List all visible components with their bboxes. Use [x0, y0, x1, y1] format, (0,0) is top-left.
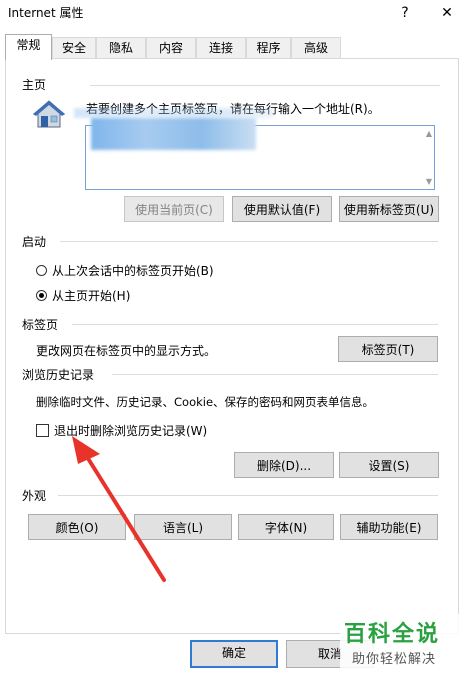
- help-button[interactable]: ?: [390, 2, 420, 24]
- tab-privacy[interactable]: 隐私: [96, 37, 146, 59]
- redaction-blur: [74, 108, 274, 118]
- annotation-arrow: [72, 436, 166, 582]
- delete-history-button[interactable]: 删除(D)...: [234, 452, 334, 478]
- history-section-title: 浏览历史记录: [22, 368, 95, 382]
- window-title: Internet 属性: [8, 6, 84, 20]
- tab-programs[interactable]: 程序: [246, 37, 291, 59]
- radio-home-page-label[interactable]: 从主页开始(H): [52, 287, 130, 304]
- tab-general[interactable]: 常规: [5, 34, 52, 60]
- watermark-subtitle: 助你轻松解决: [352, 652, 437, 667]
- home-section-divider: [90, 85, 440, 86]
- tabs-description: 更改网页在标签页中的显示方式。: [36, 344, 217, 358]
- accessibility-button[interactable]: 辅助功能(E): [340, 514, 438, 540]
- scroll-up-icon[interactable]: ▲: [426, 129, 432, 138]
- startup-section-title: 启动: [22, 235, 47, 249]
- tab-advanced[interactable]: 高级: [291, 37, 341, 59]
- startup-section-divider: [60, 241, 438, 242]
- fonts-button[interactable]: 字体(N): [238, 514, 334, 540]
- redacted-address-text: [91, 118, 256, 150]
- use-current-button[interactable]: 使用当前页(C): [124, 196, 224, 222]
- house-icon: [32, 100, 66, 128]
- watermark: 百科全说 助你轻松解决: [340, 614, 466, 672]
- use-new-tab-button[interactable]: 使用新标签页(U): [339, 196, 439, 222]
- tab-security[interactable]: 安全: [52, 37, 96, 59]
- history-section-divider: [112, 374, 438, 375]
- tabs-section-divider: [72, 324, 438, 325]
- close-button[interactable]: ✕: [432, 2, 462, 24]
- use-default-button[interactable]: 使用默认值(F): [232, 196, 332, 222]
- title-bar: Internet 属性 ? ✕: [0, 0, 469, 26]
- radio-last-session-label[interactable]: 从上次会话中的标签页开始(B): [52, 262, 214, 279]
- appearance-section-title: 外观: [22, 489, 47, 503]
- homepage-address-input[interactable]: ▲ ▼: [85, 118, 435, 190]
- radio-home-page[interactable]: [36, 290, 47, 301]
- tab-content[interactable]: 内容: [146, 37, 196, 59]
- history-settings-button[interactable]: 设置(S): [339, 452, 439, 478]
- watermark-title: 百科全说: [344, 622, 441, 647]
- history-description: 删除临时文件、历史记录、Cookie、保存的密码和网页表单信息。: [36, 395, 375, 409]
- ok-button[interactable]: 确定: [190, 640, 278, 668]
- tab-connections[interactable]: 连接: [196, 37, 246, 59]
- delete-on-exit-checkbox[interactable]: [36, 424, 49, 437]
- home-section-title: 主页: [22, 78, 47, 92]
- scroll-down-icon[interactable]: ▼: [426, 177, 432, 186]
- radio-last-session[interactable]: [36, 265, 47, 276]
- tabs-section-title: 标签页: [22, 318, 59, 332]
- tabs-settings-button[interactable]: 标签页(T): [338, 336, 438, 362]
